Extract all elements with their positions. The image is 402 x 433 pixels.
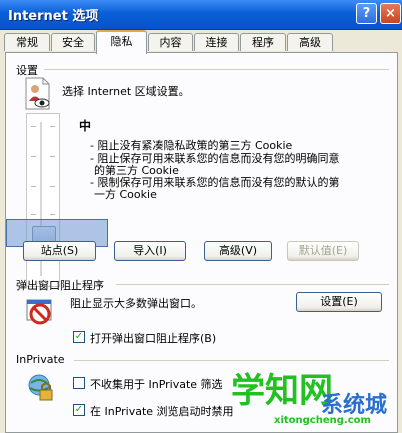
slider-tick: [31, 156, 36, 157]
watermark-main: 学知网: [231, 371, 333, 411]
popup-description: 阻止显示大多数弹出窗口。: [70, 297, 202, 310]
popup-settings-button[interactable]: 设置(E): [296, 292, 382, 312]
slider-tick: [50, 126, 55, 127]
disable-toolbars-checkbox[interactable]: ✓: [73, 404, 85, 416]
tab-privacy[interactable]: 隐私: [96, 30, 147, 54]
policy-description-line: 一方 Cookie: [94, 188, 157, 201]
settings-divider: [44, 69, 389, 70]
tab-programs[interactable]: 程序: [240, 33, 286, 51]
default-button[interactable]: 默认值(E): [287, 241, 359, 261]
tab-strip: 常规 安全 隐私 内容 连接 程序 高级: [0, 29, 402, 54]
disable-toolbars-checkbox-label: 在 InPrivate 浏览启动时禁用: [90, 405, 234, 418]
no-collect-checkbox-label: 不收集用于 InPrivate 筛选: [90, 378, 223, 391]
slider-tick: [31, 126, 36, 127]
help-button[interactable]: ?: [356, 3, 377, 24]
privacy-level-label: 中: [79, 119, 92, 133]
popup-section-label: 弹出窗口阻止程序: [16, 279, 104, 292]
tab-general[interactable]: 常规: [4, 33, 50, 51]
settings-section-label: 设置: [16, 64, 38, 77]
import-button[interactable]: 导入(I): [114, 241, 186, 261]
inprivate-lock-globe-icon: [28, 374, 53, 401]
tab-connections[interactable]: 连接: [194, 33, 239, 51]
popup-divider: [116, 284, 389, 285]
privacy-document-eye-icon: [25, 77, 50, 110]
slider-tick: [50, 214, 55, 215]
slider-tick: [31, 186, 36, 187]
inprivate-section-label: InPrivate: [16, 353, 65, 366]
window-title: Internet 选项: [8, 9, 99, 24]
tab-content[interactable]: 内容: [148, 33, 193, 51]
privacy-panel: 设置 选择 Internet 区域设置。 中 - 阻止没有紧凑隐私政策的第三方 …: [5, 52, 398, 433]
tab-security[interactable]: 安全: [51, 33, 95, 51]
policy-description-line: - 阻止没有紧凑隐私政策的第三方 Cookie: [90, 139, 293, 152]
sites-button[interactable]: 站点(S): [23, 241, 96, 261]
zone-instruction: 选择 Internet 区域设置。: [62, 85, 190, 98]
popup-blocked-icon: [26, 299, 52, 325]
tab-advanced[interactable]: 高级: [287, 33, 333, 51]
popup-blocker-checkbox-label: 打开弹出窗口阻止程序(B): [90, 332, 217, 345]
advanced-button[interactable]: 高级(V): [204, 241, 272, 261]
title-bar: Internet 选项 ? ×: [0, 0, 402, 30]
popup-blocker-checkbox[interactable]: ✓: [73, 331, 85, 343]
slider-tick: [50, 156, 55, 157]
no-collect-checkbox[interactable]: [73, 377, 85, 389]
slider-tick: [31, 214, 36, 215]
slider-tick: [50, 186, 55, 187]
watermark-domain: xitongcheng.com: [274, 415, 371, 426]
close-button[interactable]: ×: [380, 3, 401, 24]
inprivate-divider: [74, 360, 389, 361]
